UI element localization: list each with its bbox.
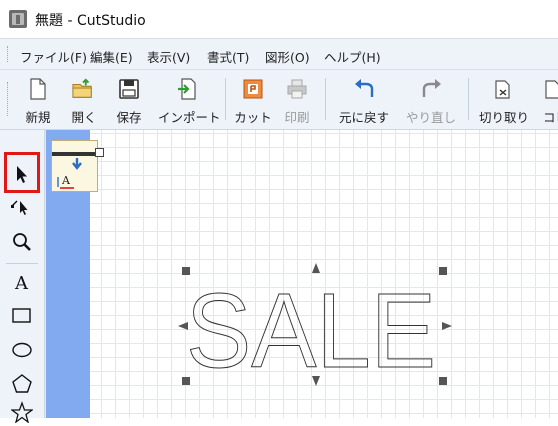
node-edit-tool[interactable] [8,194,36,222]
toolbar-separator [325,78,326,120]
star-tool[interactable] [8,398,36,426]
toolbar-grip [7,82,10,116]
menu-bar: ファイル(F) 編集(E) 表示(V) 書式(T) 図形(O) ヘルプ(H) [0,38,558,70]
import-icon [178,78,196,100]
menu-edit[interactable]: 編集(E) [90,47,133,66]
toolbar-separator [225,78,226,120]
window-title: 無題 - CutStudio [35,13,146,29]
redo-button-label: やり直し [405,110,456,125]
cut-out-button[interactable]: 切り取り [474,70,534,128]
new-document-icon [30,78,46,100]
cut-out-button-label: 切り取り [478,110,529,125]
undo-button-label: 元に戻す [338,110,389,125]
zoom-icon [13,233,31,251]
import-button-label: インポート [158,110,221,125]
import-button[interactable]: インポート [158,70,221,128]
undo-arrow-icon [355,79,374,97]
toolbox-separator [6,263,38,264]
node-edit-icon [11,200,28,215]
menu-view[interactable]: 表示(V) [147,47,190,66]
ellipse-tool[interactable] [8,336,36,364]
polygon-tool-icon [12,374,32,393]
save-button-label: 保存 [116,110,142,125]
cut-icon [243,79,263,99]
ellipse-tool-icon [12,342,32,358]
undo-button[interactable]: 元に戻す [334,70,394,128]
svg-text:A: A [14,273,29,293]
new-button[interactable]: 新規 [18,70,58,128]
palette-bar [52,152,99,156]
print-button[interactable]: 印刷 [280,70,314,128]
copy-icon [545,80,558,99]
rectangle-tool-icon [12,308,31,323]
toolbar-separator [468,78,469,120]
selected-tool-highlight [4,152,40,193]
star-tool-icon [11,401,33,423]
svg-text:A: A [61,174,71,187]
menu-shape[interactable]: 図形(O) [265,47,310,66]
scissors-document-icon [495,80,510,99]
palette-resize-handle[interactable] [95,148,104,157]
canvas-text-object[interactable]: SALE [160,270,460,381]
text-tool-icon: A [14,273,29,293]
menu-help[interactable]: ヘルプ(H) [324,47,381,66]
polygon-tool[interactable] [8,370,36,398]
rectangle-tool[interactable] [8,302,36,330]
menu-file[interactable]: ファイル(F) [20,47,87,66]
cut-button[interactable]: カット [234,70,272,128]
zoom-tool[interactable] [8,228,36,256]
down-arrow-icon [72,158,82,170]
copy-button-label: コピ [543,110,558,125]
toolbar: 新規 開く 保存 インポート カット 印刷 元に戻す やり直し 切り取り コ [0,70,558,130]
menu-grip [7,46,10,62]
app-logo-icon [9,10,27,28]
save-button[interactable]: 保存 [110,70,148,128]
open-button-label: 開く [71,110,97,125]
open-button[interactable]: 開く [66,70,102,128]
sale-text: SALE [186,272,436,380]
open-folder-icon [72,78,92,98]
text-direction-palette[interactable]: A [51,140,99,192]
text-orientation-icon: A [57,174,74,189]
title-bar: 無題 - CutStudio [0,0,558,38]
printer-icon [287,79,307,99]
menu-format[interactable]: 書式(T) [207,47,249,66]
copy-button[interactable]: コピ [537,70,558,128]
text-tool[interactable]: A [8,268,36,296]
cut-button-label: カット [234,110,272,125]
save-disk-icon [119,79,139,99]
redo-arrow-icon [422,79,441,97]
new-button-label: 新規 [25,110,51,125]
print-button-label: 印刷 [284,110,310,125]
redo-button[interactable]: やり直し [400,70,462,128]
